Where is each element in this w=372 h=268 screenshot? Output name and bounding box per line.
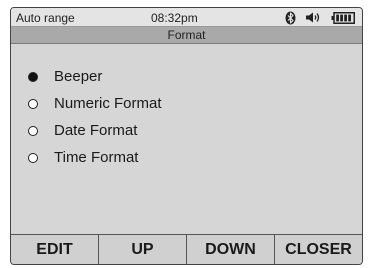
status-icons xyxy=(285,10,355,25)
radio-unselected-icon xyxy=(28,125,38,136)
radio-unselected-icon xyxy=(28,98,38,109)
menu-item-beeper[interactable]: Beeper xyxy=(28,63,162,90)
speaker-icon xyxy=(306,12,320,23)
softkey-bar: EDIT UP DOWN CLOSER xyxy=(11,234,362,264)
format-menu: Beeper Numeric Format Date Format Time F… xyxy=(28,63,162,171)
menu-item-label: Date Format xyxy=(54,122,138,139)
edit-softkey[interactable]: EDIT xyxy=(11,235,99,264)
menu-item-date-format[interactable]: Date Format xyxy=(28,117,162,144)
clock-label: 08:32pm xyxy=(151,11,198,25)
menu-item-label: Beeper xyxy=(54,68,103,85)
device-screen: Auto range 08:32pm Format Beeper Numeric… xyxy=(10,7,363,265)
menu-item-time-format[interactable]: Time Format xyxy=(28,144,162,171)
status-bar: Auto range 08:32pm xyxy=(11,8,362,27)
closer-softkey[interactable]: CLOSER xyxy=(275,235,362,264)
up-softkey[interactable]: UP xyxy=(99,235,187,264)
battery-icon xyxy=(331,11,355,24)
down-softkey[interactable]: DOWN xyxy=(187,235,275,264)
radio-unselected-icon xyxy=(28,152,38,163)
screen-title: Format xyxy=(11,27,362,44)
menu-item-numeric-format[interactable]: Numeric Format xyxy=(28,90,162,117)
range-mode-label: Auto range xyxy=(16,11,75,25)
menu-item-label: Time Format xyxy=(54,149,139,166)
menu-item-label: Numeric Format xyxy=(54,95,162,112)
radio-selected-icon xyxy=(28,71,38,82)
bluetooth-icon xyxy=(285,11,296,24)
